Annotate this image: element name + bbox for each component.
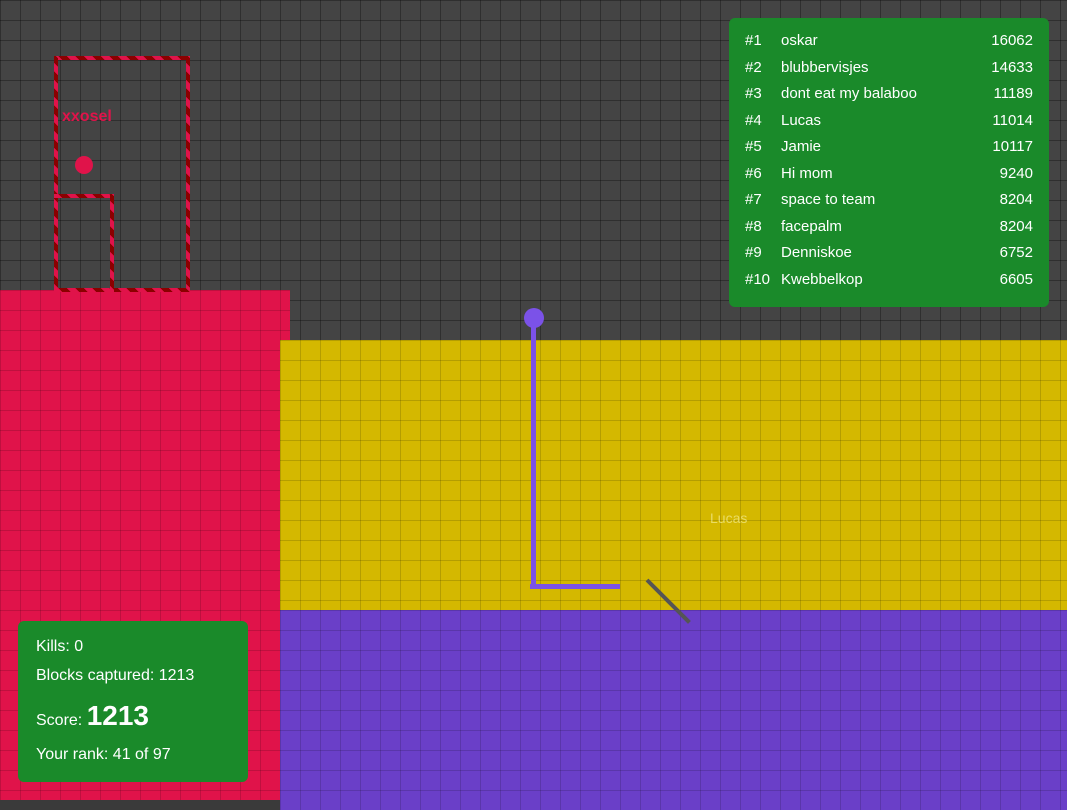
lb-name: Jamie [781,136,973,159]
lb-score: 8204 [973,189,1033,212]
player-border-top [54,56,190,60]
lb-name: space to team [781,189,973,212]
lb-score: 9240 [973,163,1033,186]
leaderboard-panel: #1 oskar 16062 #2 blubbervisjes 14633 #3… [729,18,1049,307]
leaderboard-row: #9 Denniskoe 6752 [745,242,1033,265]
lb-name: Denniskoe [781,242,973,265]
lb-name: oskar [781,30,973,53]
leaderboard-row: #1 oskar 16062 [745,30,1033,53]
player-border-right [186,56,190,292]
lb-name: facepalm [781,216,973,239]
score-value: 1213 [87,700,149,731]
lb-score: 6752 [973,242,1033,265]
lb-name: blubbervisjes [781,57,973,80]
player-border-inner-v [110,194,114,294]
leaderboard-row: #8 facepalm 8204 [745,216,1033,239]
lb-rank: #9 [745,242,781,265]
leaderboard-row: #4 Lucas 11014 [745,110,1033,133]
lb-name: dont eat my balaboo [781,83,973,106]
lb-rank: #5 [745,136,781,159]
stats-panel: Kills: 0 Blocks captured: 1213 Score: 12… [18,621,248,782]
lb-score: 11189 [973,83,1033,106]
leaderboard-row: #10 Kwebbelkop 6605 [745,269,1033,292]
player-label-lucas: Lucas [710,510,747,526]
trail-purple-vertical [531,318,536,588]
leaderboard-row: #6 Hi mom 9240 [745,163,1033,186]
lb-rank: #2 [745,57,781,80]
score-label: Score: [36,712,82,729]
lb-rank: #3 [745,83,781,106]
lb-rank: #1 [745,30,781,53]
lb-rank: #10 [745,269,781,292]
player-border-bottom [54,288,190,292]
lb-name: Hi mom [781,163,973,186]
lb-score: 14633 [973,57,1033,80]
player-border-inner-h [54,194,114,198]
kills-stat: Kills: 0 [36,633,230,662]
lb-rank: #7 [745,189,781,212]
player-name-label: xxosel [62,108,112,126]
lb-score: 11014 [973,110,1033,133]
territory-yellow [280,340,1067,610]
leaderboard-row: #2 blubbervisjes 14633 [745,57,1033,80]
lb-name: Lucas [781,110,973,133]
leaderboard-row: #5 Jamie 10117 [745,136,1033,159]
lb-rank: #8 [745,216,781,239]
lb-score: 10117 [973,136,1033,159]
lb-score: 16062 [973,30,1033,53]
leaderboard-row: #7 space to team 8204 [745,189,1033,212]
lb-rank: #4 [745,110,781,133]
lb-score: 8204 [973,216,1033,239]
trail-purple-horizontal [530,584,620,589]
lb-score: 6605 [973,269,1033,292]
lb-name: Kwebbelkop [781,269,973,292]
player-border-left [54,56,58,292]
rank-stat: Your rank: 41 of 97 [36,741,230,770]
blocks-stat: Blocks captured: 1213 [36,662,230,691]
territory-purple [280,610,1067,810]
lb-rank: #6 [745,163,781,186]
score-stat: Score: 1213 [36,691,230,741]
leaderboard-row: #3 dont eat my balaboo 11189 [745,83,1033,106]
player-dot-red [75,156,93,174]
leaderboard-rows: #1 oskar 16062 #2 blubbervisjes 14633 #3… [745,30,1033,291]
